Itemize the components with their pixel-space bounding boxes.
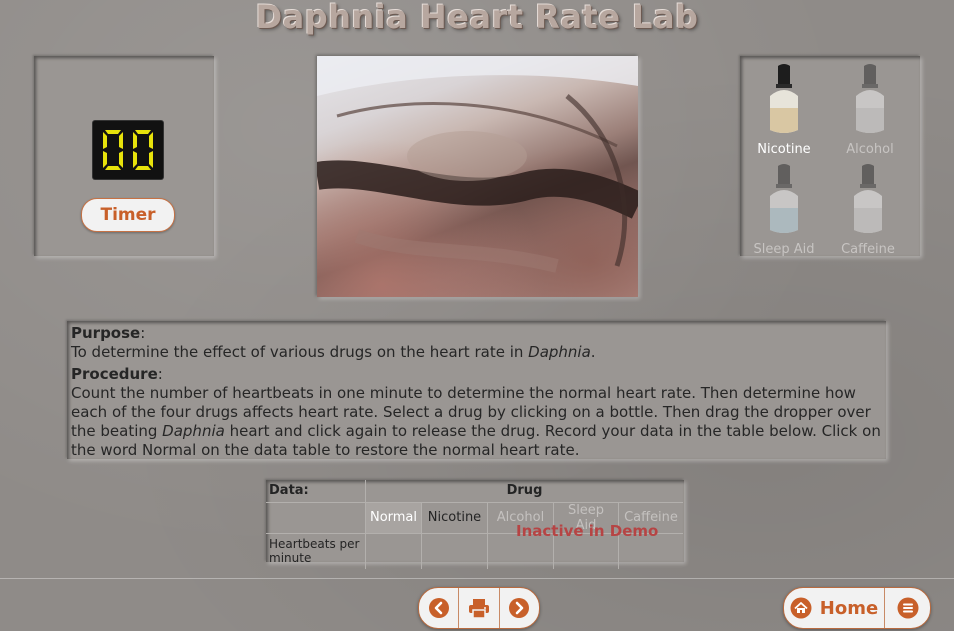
column-nicotine: Nicotine [421,501,488,534]
bottle-label: Sleep Aid [753,242,815,257]
row-label-heartbeats: Heartbeats per minute [266,532,366,569]
timer-display [93,121,163,179]
bottle-label: Nicotine [757,142,811,157]
timer-panel: Timer [34,56,214,256]
dropper-bottle-icon [856,64,884,133]
timer-digit-tens [103,130,123,170]
dropper-bottle-icon [854,164,882,233]
data-table-panel: Data: Drug Normal Nicotine Alcohol Sleep… [266,480,684,569]
dropper-bottle-icon [770,64,798,133]
bottle-nicotine[interactable]: Nicotine [746,62,822,157]
printer-icon [468,599,489,619]
chevron-left-icon [428,598,449,618]
drug-panel: Nicotine Alcohol Sleep Aid Caffeine [740,56,920,257]
page-nav-group [418,587,540,629]
home-label: Home [819,597,879,619]
cell-normal[interactable] [365,532,422,569]
timer-button[interactable]: Timer [81,198,175,232]
home-button[interactable]: Home [784,588,885,628]
page-title: Daphnia Heart Rate Lab [255,0,699,36]
purpose-heading: Purpose [71,324,141,342]
bottle-sleep-aid[interactable]: Sleep Aid [746,162,822,257]
home-menu-group: Home [783,587,931,629]
menu-button[interactable] [885,588,930,628]
footer-divider [0,578,954,579]
procedure-text: Count the number of heartbeats in one mi… [71,384,881,459]
inactive-demo-notice: Inactive in Demo [516,522,659,540]
menu-icon [897,597,918,619]
daphnia-microscope-view [317,56,638,297]
drug-group-header: Drug [365,480,683,503]
bottle-caffeine[interactable]: Caffeine [830,162,906,257]
purpose-text: To determine the effect of various drugs… [71,343,596,361]
bottle-alcohol[interactable]: Alcohol [832,62,908,157]
instructions-panel: Purpose: To determine the effect of vari… [67,321,886,459]
home-icon [790,597,812,619]
bottle-label: Caffeine [841,242,895,257]
timer-digit-ones [133,130,153,170]
next-button[interactable] [500,588,539,628]
daphnia-image [317,56,638,273]
procedure-heading: Procedure [71,365,158,383]
cell-nicotine[interactable] [421,532,488,569]
chevron-right-icon [509,598,530,618]
bottle-label: Alcohol [846,142,894,157]
previous-button[interactable] [419,588,460,628]
dropper-bottle-icon [770,164,798,233]
data-label: Data: [266,480,366,503]
column-normal[interactable]: Normal [365,501,422,534]
print-button[interactable] [459,588,500,628]
